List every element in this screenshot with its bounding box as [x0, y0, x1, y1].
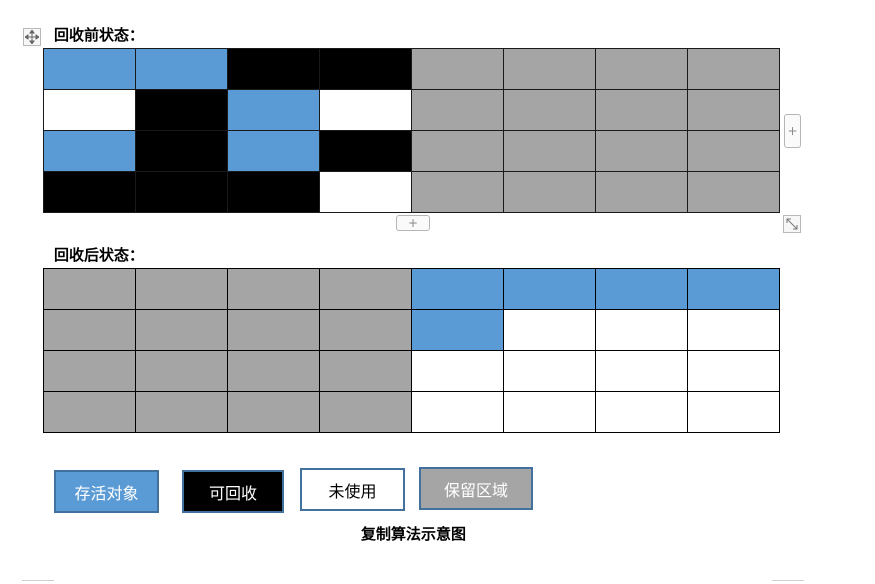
memory-cell-unused[interactable]	[43, 89, 136, 131]
memory-cell-reserved[interactable]	[319, 268, 412, 310]
grid-row	[43, 309, 780, 351]
legend-reclaimable: 可回收	[182, 470, 284, 513]
grid-row	[43, 268, 780, 310]
add-column-button[interactable]: +	[784, 114, 801, 148]
table-move-handle-icon[interactable]	[23, 28, 41, 46]
memory-cell-unused[interactable]	[411, 391, 504, 433]
memory-cell-reclaimable[interactable]	[135, 171, 228, 213]
memory-cell-live[interactable]	[43, 48, 136, 90]
memory-cell-reserved[interactable]	[227, 350, 320, 392]
add-row-button[interactable]: +	[396, 215, 430, 231]
memory-cell-reserved[interactable]	[687, 171, 780, 213]
memory-cell-reserved[interactable]	[227, 391, 320, 433]
memory-cell-reserved[interactable]	[595, 130, 688, 172]
legend-unused: 未使用	[300, 468, 405, 511]
memory-cell-unused[interactable]	[319, 171, 412, 213]
memory-cell-live[interactable]	[43, 130, 136, 172]
memory-cell-reclaimable[interactable]	[43, 171, 136, 213]
memory-cell-reserved[interactable]	[135, 350, 228, 392]
memory-cell-reserved[interactable]	[411, 89, 504, 131]
page-corner-mark-right	[772, 580, 804, 581]
memory-cell-unused[interactable]	[595, 309, 688, 351]
memory-grid-before[interactable]	[43, 48, 780, 213]
grid-row	[43, 171, 780, 213]
memory-cell-reserved[interactable]	[43, 309, 136, 351]
memory-cell-reserved[interactable]	[319, 350, 412, 392]
memory-cell-reserved[interactable]	[411, 48, 504, 90]
resize-arrow-icon	[786, 218, 798, 230]
memory-cell-reserved[interactable]	[43, 391, 136, 433]
memory-cell-reclaimable[interactable]	[319, 130, 412, 172]
memory-cell-reserved[interactable]	[503, 130, 596, 172]
memory-cell-reserved[interactable]	[503, 89, 596, 131]
memory-cell-live[interactable]	[503, 268, 596, 310]
memory-cell-live[interactable]	[687, 268, 780, 310]
memory-cell-live[interactable]	[227, 130, 320, 172]
memory-cell-reserved[interactable]	[411, 130, 504, 172]
memory-cell-reclaimable[interactable]	[227, 171, 320, 213]
memory-cell-reserved[interactable]	[687, 130, 780, 172]
memory-cell-unused[interactable]	[503, 391, 596, 433]
memory-cell-live[interactable]	[227, 89, 320, 131]
memory-cell-reserved[interactable]	[595, 171, 688, 213]
legend-live-object: 存活对象	[54, 470, 159, 513]
grid-row	[43, 350, 780, 392]
memory-cell-reserved[interactable]	[227, 309, 320, 351]
memory-cell-reserved[interactable]	[135, 268, 228, 310]
memory-cell-reclaimable[interactable]	[319, 48, 412, 90]
memory-cell-reserved[interactable]	[227, 268, 320, 310]
memory-cell-live[interactable]	[411, 268, 504, 310]
memory-cell-unused[interactable]	[319, 89, 412, 131]
memory-cell-unused[interactable]	[595, 350, 688, 392]
grid-row	[43, 130, 780, 172]
memory-cell-reserved[interactable]	[411, 171, 504, 213]
page-corner-mark-left	[22, 580, 54, 581]
memory-cell-reserved[interactable]	[687, 48, 780, 90]
memory-cell-reserved[interactable]	[319, 391, 412, 433]
memory-cell-live[interactable]	[135, 48, 228, 90]
table-resize-handle-icon[interactable]	[783, 215, 801, 233]
memory-cell-reserved[interactable]	[319, 309, 412, 351]
memory-cell-reserved[interactable]	[503, 48, 596, 90]
memory-grid-after[interactable]	[43, 268, 780, 433]
memory-cell-live[interactable]	[595, 268, 688, 310]
memory-cell-unused[interactable]	[503, 350, 596, 392]
memory-cell-unused[interactable]	[687, 309, 780, 351]
memory-cell-unused[interactable]	[503, 309, 596, 351]
memory-cell-unused[interactable]	[687, 391, 780, 433]
memory-cell-reserved[interactable]	[595, 89, 688, 131]
memory-cell-unused[interactable]	[411, 350, 504, 392]
memory-cell-reserved[interactable]	[503, 171, 596, 213]
diagram-caption: 复制算法示意图	[360, 525, 466, 543]
grid-row	[43, 89, 780, 131]
memory-cell-reclaimable[interactable]	[135, 130, 228, 172]
grid-row	[43, 48, 780, 90]
grid-row	[43, 391, 780, 433]
memory-cell-reserved[interactable]	[135, 391, 228, 433]
before-state-label: 回收前状态：	[54, 26, 145, 44]
memory-cell-reserved[interactable]	[687, 89, 780, 131]
memory-cell-reserved[interactable]	[43, 350, 136, 392]
memory-cell-reserved[interactable]	[595, 48, 688, 90]
memory-cell-reclaimable[interactable]	[227, 48, 320, 90]
move-arrows-icon	[25, 30, 39, 44]
memory-cell-live[interactable]	[411, 309, 504, 351]
memory-cell-reserved[interactable]	[135, 309, 228, 351]
memory-cell-unused[interactable]	[595, 391, 688, 433]
legend-reserved-area: 保留区域	[419, 467, 533, 510]
memory-cell-reclaimable[interactable]	[135, 89, 228, 131]
memory-cell-reserved[interactable]	[43, 268, 136, 310]
after-state-label: 回收后状态：	[54, 246, 145, 264]
memory-cell-unused[interactable]	[687, 350, 780, 392]
